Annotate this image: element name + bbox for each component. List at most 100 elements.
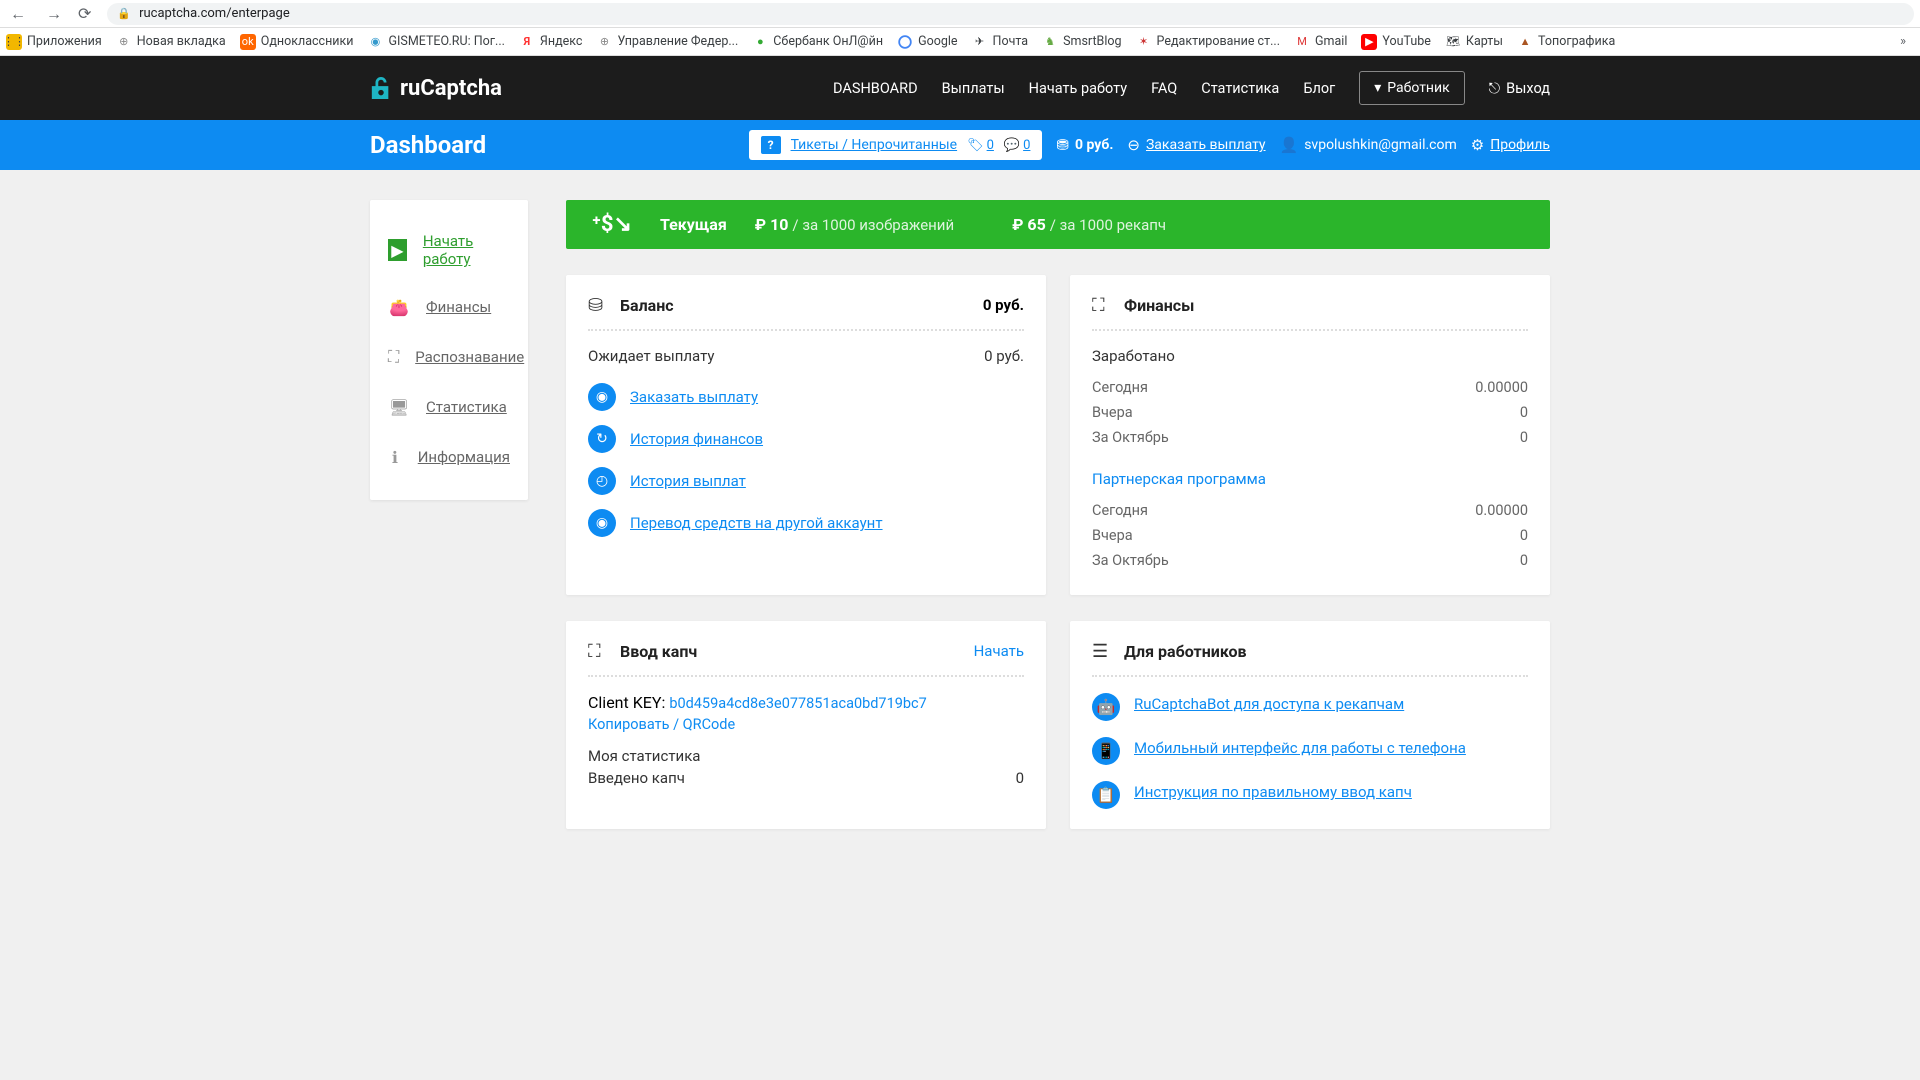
bookmark-item[interactable]: ✶Редактирование ст... <box>1136 34 1280 50</box>
nav-blog[interactable]: Блог <box>1303 80 1335 97</box>
coin-icon: ◉ <box>588 383 616 411</box>
sidebar-item-label: Финансы <box>426 298 491 316</box>
page-title: Dashboard <box>370 131 486 159</box>
action-payout-history[interactable]: ◴ История выплат <box>588 467 1024 495</box>
bookmark-item[interactable]: ▶YouTube <box>1361 34 1431 50</box>
monitor-icon: 🖥 <box>388 396 410 418</box>
pricing-banner: ⁺$↘ Текущая ₽ 10 / за 1000 изображений ₽… <box>566 200 1550 249</box>
history-icon: ↻ <box>588 425 616 453</box>
bookmark-item[interactable]: ЯЯндекс <box>519 34 583 50</box>
start-link[interactable]: Начать <box>974 642 1024 660</box>
sidebar-item-label: Начать работу <box>423 232 510 268</box>
url-text: rucaptcha.com/enterpage <box>139 6 290 21</box>
partner-program-link[interactable]: Партнерская программа <box>1092 470 1528 488</box>
logout-icon: ⎋ <box>1489 80 1500 97</box>
ticket-icon: ? <box>761 136 781 154</box>
phone-icon: 📱 <box>1092 737 1120 765</box>
tickets-widget[interactable]: ? Тикеты / Непрочитанные 🏷0 💬0 <box>749 130 1043 160</box>
bookmark-item[interactable]: Google <box>897 34 957 50</box>
bookmark-apps[interactable]: ⋮⋮Приложения <box>6 34 102 50</box>
sub-header: Dashboard ? Тикеты / Непрочитанные 🏷0 💬0… <box>0 120 1920 170</box>
bookmark-item[interactable]: MGmail <box>1294 34 1347 50</box>
nav-dashboard[interactable]: DASHBOARD <box>833 80 918 97</box>
bookmarks-bar: ⋮⋮Приложения ⊕Новая вкладка okОдноклассн… <box>0 28 1920 56</box>
gear-icon: ⚙ <box>1471 136 1484 154</box>
key-label: Client KEY: <box>588 693 665 712</box>
sidebar-item-finance[interactable]: 👛 Финансы <box>370 282 528 332</box>
user-icon: 👤 <box>1280 136 1299 154</box>
sidebar-item-stats[interactable]: 🖥 Статистика <box>370 382 528 432</box>
entered-value: 0 <box>1016 769 1024 787</box>
robot-icon: 🤖 <box>1092 693 1120 721</box>
card-title: Для работников <box>1124 642 1247 661</box>
profile-link[interactable]: ⚙ Профиль <box>1471 136 1550 154</box>
nav-payouts[interactable]: Выплаты <box>942 80 1005 97</box>
tickets-link[interactable]: Тикеты / Непрочитанные <box>791 137 958 153</box>
doc-icon: 📋 <box>1092 781 1120 809</box>
url-bar[interactable]: 🔒 rucaptcha.com/enterpage <box>107 3 1914 25</box>
scan-icon: ⛶ <box>388 346 399 368</box>
transfer-icon: ◉ <box>588 509 616 537</box>
back-button[interactable]: ← <box>6 4 30 24</box>
sidebar-item-label: Распознавание <box>415 348 524 366</box>
action-order-payout[interactable]: ◉ Заказать выплату <box>588 383 1024 411</box>
balance-display: ⛃ 0 руб. <box>1056 136 1113 154</box>
finance-card: ⛶ Финансы Заработано Сегодня0.00000 Вчер… <box>1070 275 1550 595</box>
card-title: Ввод капч <box>620 642 697 661</box>
logout-button[interactable]: ⎋ Выход <box>1489 80 1550 97</box>
sidebar-item-start[interactable]: ▶ Начать работу <box>370 218 528 282</box>
sidebar-item-recognition[interactable]: ⛶ Распознавание <box>370 332 528 382</box>
bookmark-item[interactable]: ♞SmsrtBlog <box>1042 34 1121 50</box>
info-icon: ℹ <box>388 446 402 468</box>
bookmark-item[interactable]: okОдноклассники <box>240 34 354 50</box>
bookmark-item[interactable]: ◉GISMETEO.RU: Пог... <box>367 34 504 50</box>
tag-badge: 🏷0 <box>967 138 994 153</box>
worker-link-bot[interactable]: 🤖 RuCaptchaBot для доступа к рекапчам <box>1092 693 1528 721</box>
sidebar: ▶ Начать работу 👛 Финансы ⛶ Распознавани… <box>370 200 528 500</box>
nav-stats[interactable]: Статистика <box>1201 80 1279 97</box>
action-transfer[interactable]: ◉ Перевод средств на другой аккаунт <box>588 509 1024 537</box>
copy-link[interactable]: Копировать <box>588 716 669 733</box>
logo[interactable]: ruCaptcha <box>370 75 502 101</box>
balance-value: 0 руб. <box>983 296 1024 314</box>
worker-link-mobile[interactable]: 📱 Мобильный интерфейс для работы с телеф… <box>1092 737 1528 765</box>
wallet-icon: 👛 <box>388 296 410 318</box>
worker-dropdown[interactable]: ▾ Работник <box>1359 71 1464 105</box>
sidebar-item-label: Информация <box>418 448 510 466</box>
order-payout-link[interactable]: ⊖ Заказать выплату <box>1127 136 1265 154</box>
minus-circle-icon: ⊖ <box>1127 136 1140 154</box>
focus-icon: ⛶ <box>588 641 608 661</box>
bookmark-item[interactable]: 🗺Карты <box>1445 34 1503 50</box>
card-title: Баланс <box>620 296 674 315</box>
earned-label: Заработано <box>1092 347 1528 365</box>
clock-icon: ◴ <box>588 467 616 495</box>
sidebar-item-label: Статистика <box>426 398 507 416</box>
sidebar-item-info[interactable]: ℹ Информация <box>370 432 528 482</box>
bookmark-item[interactable]: ⊕Управление Федер... <box>596 34 738 50</box>
card-title: Финансы <box>1124 296 1194 315</box>
nav-start-work[interactable]: Начать работу <box>1029 80 1127 97</box>
bookmark-item[interactable]: ✈Почта <box>972 34 1029 50</box>
bookmark-item[interactable]: ⊕Новая вкладка <box>116 34 226 50</box>
qrcode-link[interactable]: QRCode <box>683 716 736 733</box>
play-icon: ▶ <box>388 239 407 261</box>
site-header: ruCaptcha DASHBOARD Выплаты Начать работ… <box>0 56 1920 120</box>
list-icon: ☰ <box>1092 641 1112 661</box>
pending-value: 0 руб. <box>984 347 1024 365</box>
lock-open-icon <box>370 75 392 101</box>
action-finance-history[interactable]: ↻ История финансов <box>588 425 1024 453</box>
balance-card: ⛁ Баланс 0 руб. Ожидает выплату 0 руб. ◉… <box>566 275 1046 595</box>
coins-icon: ⛃ <box>1056 136 1069 154</box>
bookmarks-overflow[interactable]: » <box>1900 34 1914 49</box>
stack-icon: ⛁ <box>588 295 608 315</box>
worker-link-instructions[interactable]: 📋 Инструкция по правильному ввод капч <box>1092 781 1528 809</box>
bookmark-item[interactable]: ▲Топографика <box>1517 34 1615 50</box>
forward-button[interactable]: → <box>42 4 66 24</box>
bookmark-item[interactable]: ●Сбербанк ОнЛ@йн <box>752 34 883 50</box>
lock-icon: 🔒 <box>117 7 131 20</box>
entered-label: Введено капч <box>588 769 685 787</box>
caret-down-icon: ▾ <box>1374 80 1381 96</box>
reload-button[interactable]: ⟳ <box>74 4 95 23</box>
nav-faq[interactable]: FAQ <box>1151 80 1177 97</box>
user-email[interactable]: 👤 svpolushkin@gmail.com <box>1280 136 1457 154</box>
